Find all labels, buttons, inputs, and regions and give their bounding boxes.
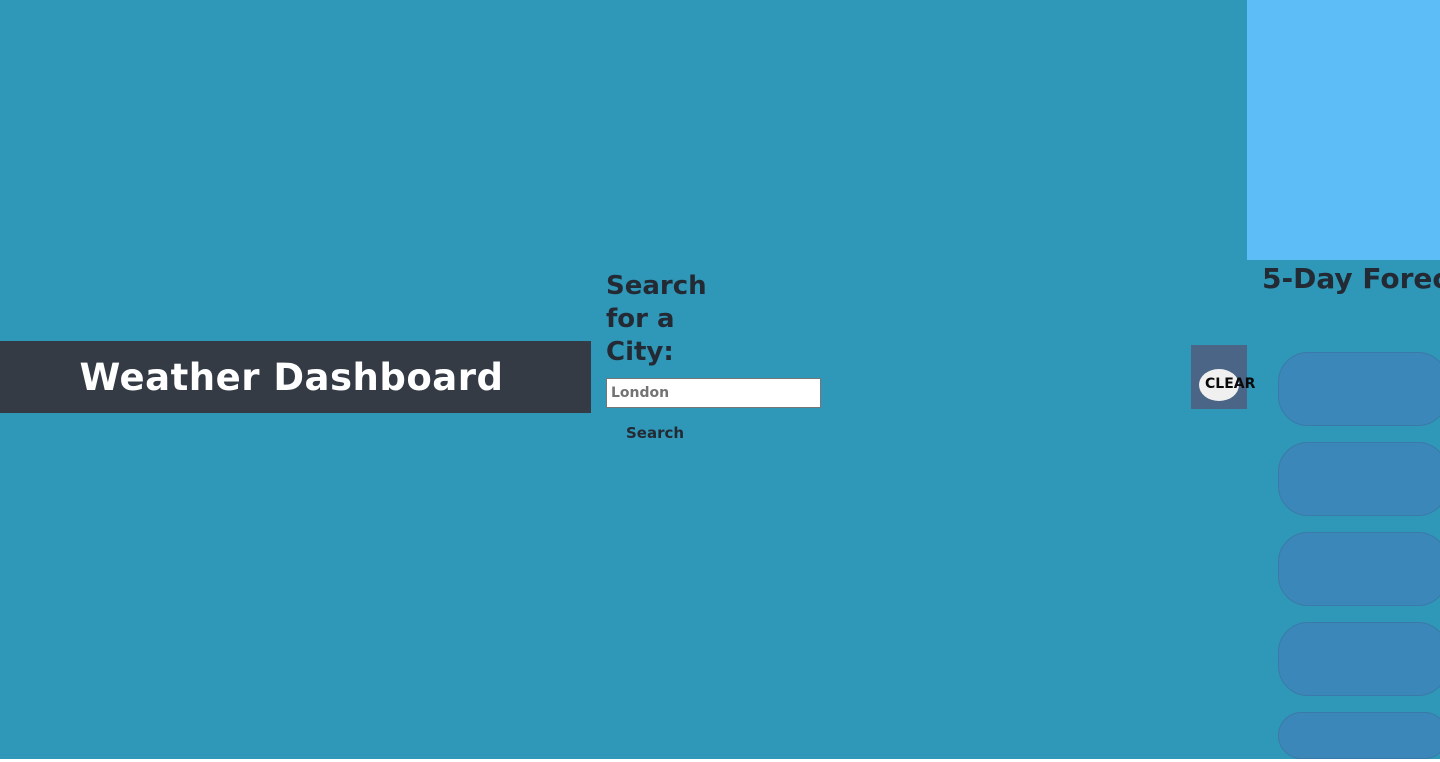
page-title: Weather Dashboard	[79, 355, 504, 399]
search-button[interactable]: Search	[626, 424, 684, 442]
forecast-card-1	[1278, 352, 1440, 426]
search-heading: Search for a City:	[606, 271, 707, 367]
header-bar: Weather Dashboard	[0, 341, 591, 413]
city-search-input[interactable]	[606, 378, 821, 408]
forecast-card-5	[1278, 712, 1440, 759]
forecast-card-4	[1278, 622, 1440, 696]
clear-history-button[interactable]: CLEAR	[1205, 375, 1255, 393]
forecast-card-3	[1278, 532, 1440, 606]
forecast-card-2	[1278, 442, 1440, 516]
current-weather-panel	[1247, 0, 1440, 260]
forecast-heading: 5-Day Forecast:	[1262, 262, 1440, 295]
